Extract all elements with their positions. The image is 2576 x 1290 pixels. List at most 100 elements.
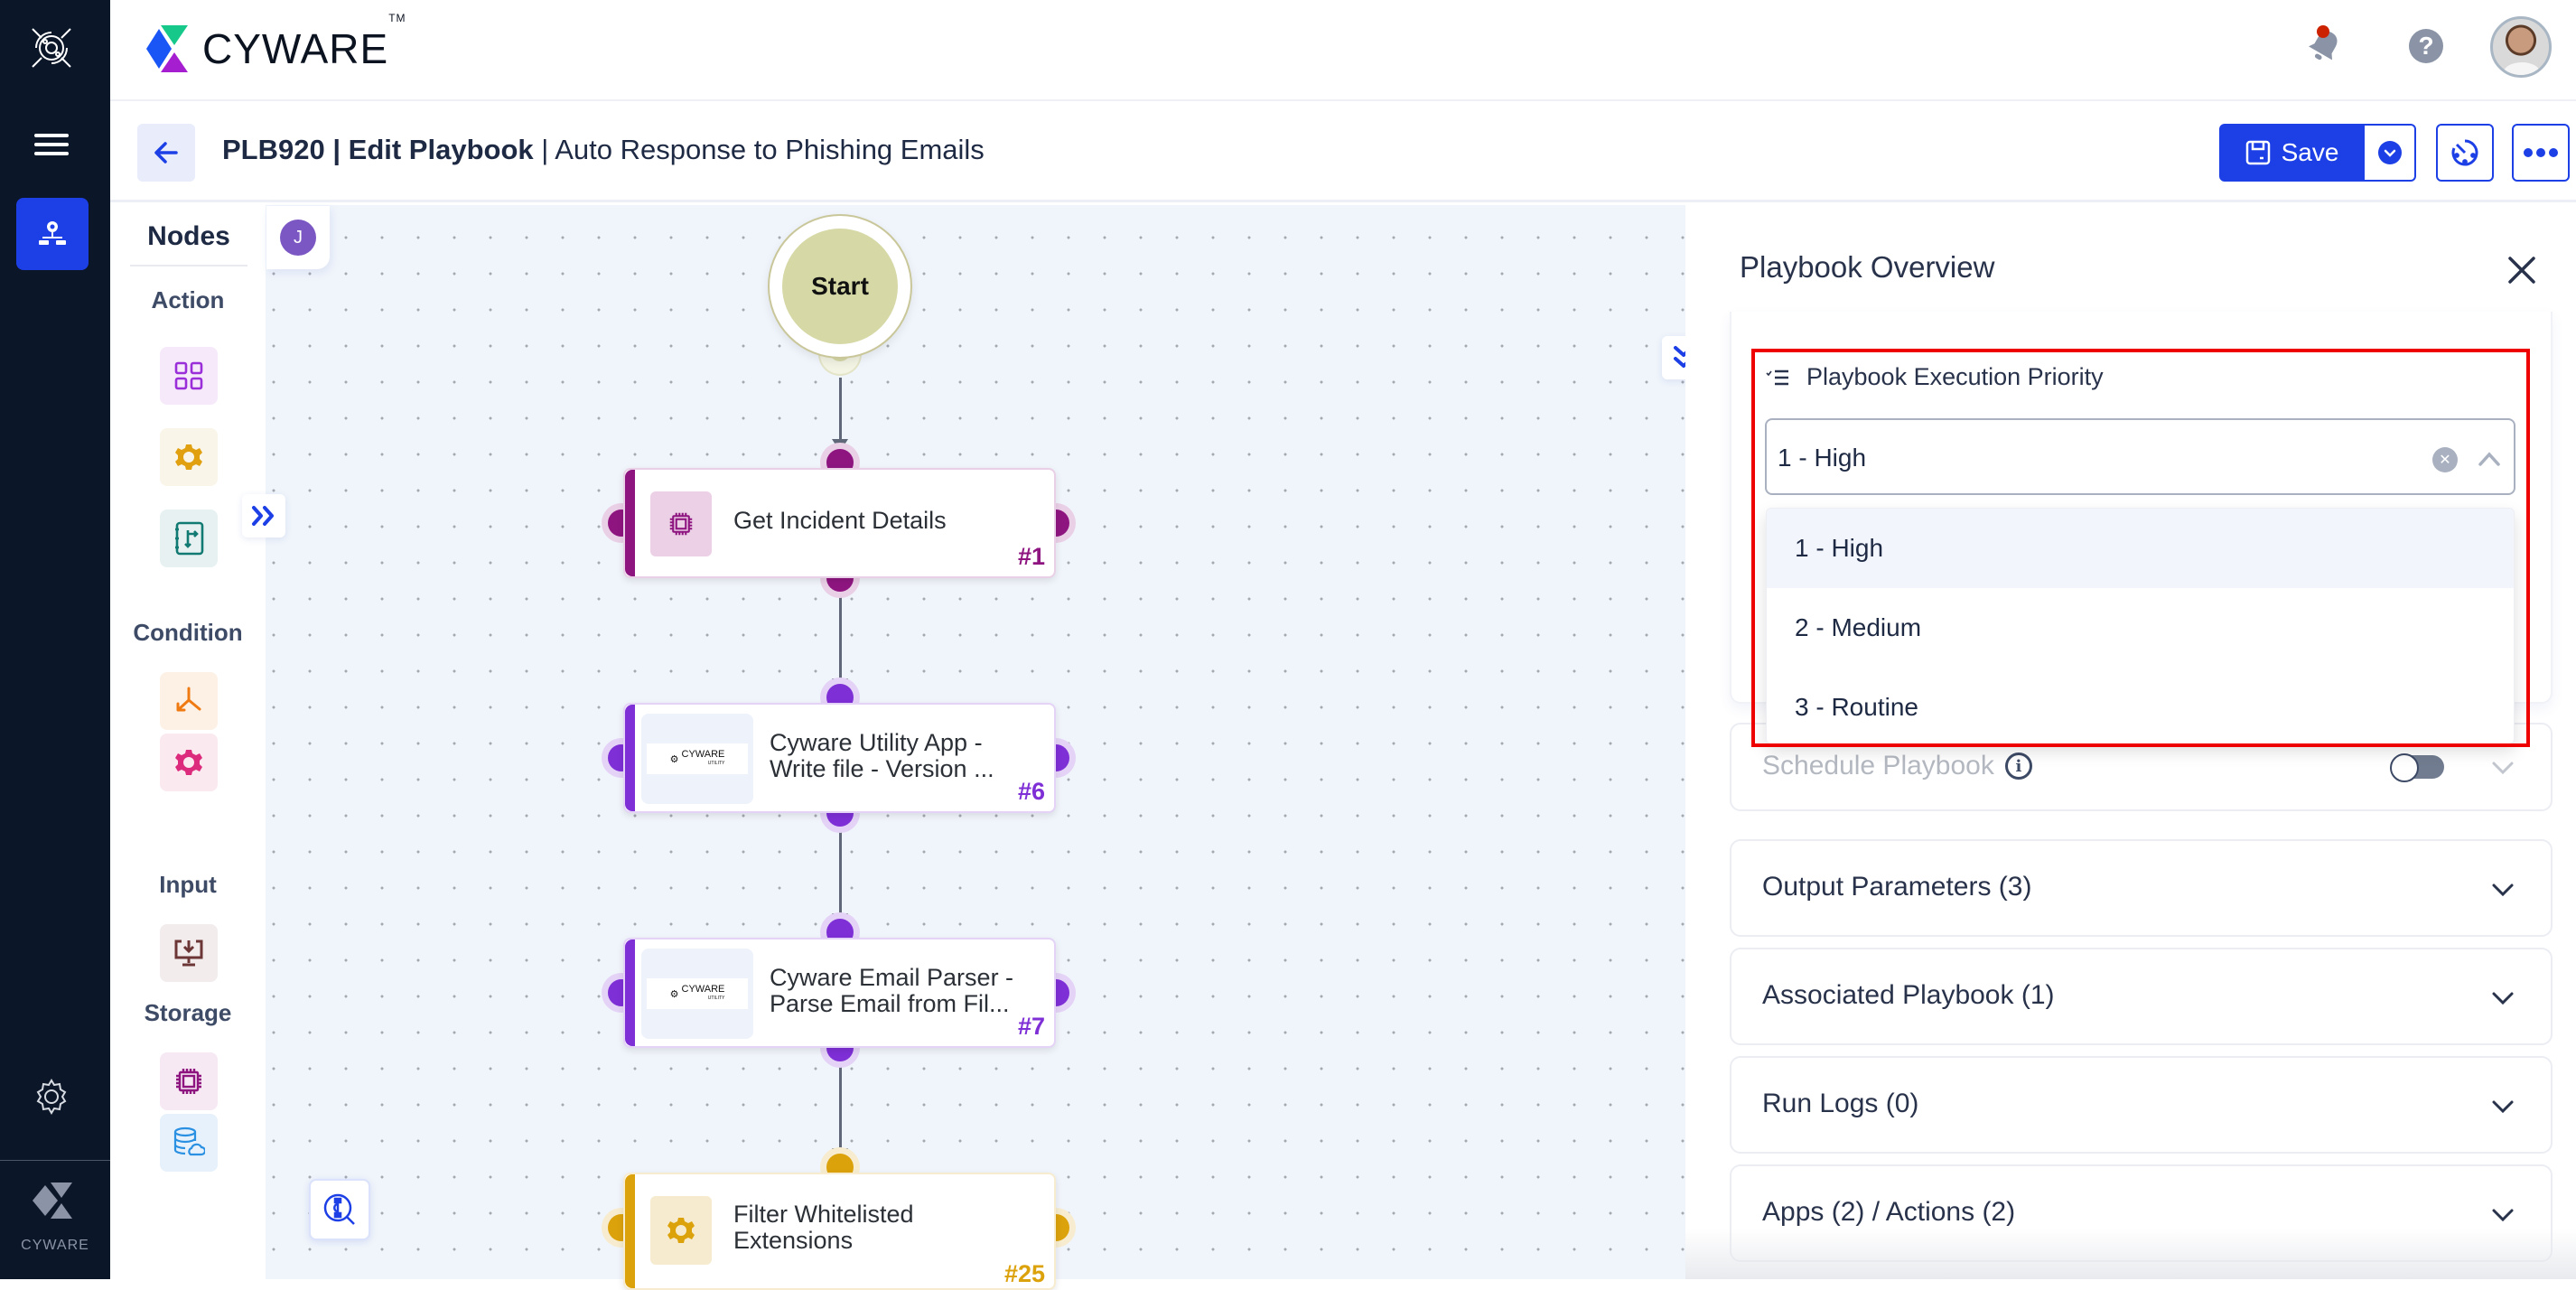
node-tile-condition[interactable] bbox=[160, 672, 218, 730]
accordion-apps-actions[interactable]: Apps (2) / Actions (2) bbox=[1730, 1164, 2553, 1262]
flow-node-6[interactable]: ⚙ CYWARE UTILITY Cyware Utility App - Wr… bbox=[623, 703, 1056, 813]
app-logo-box: ⚙ CYWARE UTILITY bbox=[641, 714, 753, 804]
cyware-utility-logo: ⚙ CYWARE UTILITY bbox=[647, 743, 748, 774]
priority-option[interactable]: 2 - Medium bbox=[1767, 588, 2514, 668]
node-tile-memory-storage[interactable] bbox=[160, 1052, 218, 1110]
priority-field-label: Playbook Execution Priority bbox=[1765, 363, 2104, 391]
node-tile-cloud-database[interactable] bbox=[160, 1114, 218, 1172]
close-icon[interactable] bbox=[2504, 252, 2540, 288]
accordion-title: Output Parameters (3) bbox=[1762, 872, 2032, 902]
accordion-title: Apps (2) / Actions (2) bbox=[1762, 1197, 2016, 1227]
settings-gear-icon[interactable] bbox=[33, 1078, 70, 1116]
notification-dot bbox=[2317, 25, 2329, 38]
collaborator-tab: J bbox=[266, 206, 330, 269]
expand-nodes-panel-button[interactable] bbox=[242, 494, 285, 538]
node-tile-playbook-action[interactable] bbox=[160, 509, 218, 567]
node-title: Filter Whitelisted Extensions bbox=[733, 1201, 914, 1254]
edge-node-1-to-node-6[interactable] bbox=[832, 594, 848, 691]
priority-option[interactable]: 3 - Routine bbox=[1767, 668, 2514, 743]
notification-bell-icon[interactable] bbox=[2303, 22, 2345, 69]
app-logo-box: ⚙ CYWARE UTILITY bbox=[641, 949, 753, 1039]
start-node[interactable]: Start bbox=[768, 214, 912, 359]
schedule-timer-button[interactable] bbox=[2436, 124, 2494, 182]
chevron-down-icon[interactable] bbox=[2491, 991, 2515, 1005]
back-button[interactable] bbox=[137, 124, 195, 182]
nodes-panel: Nodes Action Condition Input Storage bbox=[110, 205, 266, 1279]
title-separator: | bbox=[533, 134, 555, 165]
collaborator-avatar[interactable]: J bbox=[280, 220, 316, 256]
gears-icon: ⚙ bbox=[669, 988, 679, 1000]
node-tile-custom-condition[interactable] bbox=[160, 734, 218, 791]
node-icon-box bbox=[650, 491, 712, 556]
custom-action-icon bbox=[175, 444, 202, 470]
chevron-down-icon[interactable] bbox=[2491, 1208, 2515, 1222]
flow-node-1[interactable]: Get Incident Details #1 bbox=[623, 468, 1056, 578]
save-button[interactable]: Save bbox=[2219, 124, 2365, 182]
priority-label-text: Playbook Execution Priority bbox=[1806, 363, 2104, 390]
hamburger-line bbox=[34, 152, 69, 155]
priority-option[interactable]: 1 - High bbox=[1767, 509, 2514, 588]
node-accent-bar bbox=[625, 939, 635, 1046]
node-number: #6 bbox=[1017, 778, 1045, 805]
node-number: #25 bbox=[1003, 1260, 1045, 1287]
accordion-associated-playbook[interactable]: Associated Playbook (1) bbox=[1730, 948, 2553, 1045]
chevron-down-icon[interactable] bbox=[2491, 1099, 2515, 1114]
rail-brand-label: CYWARE bbox=[21, 1238, 89, 1253]
fit-to-view-button[interactable] bbox=[309, 1179, 370, 1240]
memory-storage-icon bbox=[176, 1069, 201, 1094]
accordion-title: Associated Playbook (1) bbox=[1762, 980, 2055, 1010]
rail-item-playbooks[interactable] bbox=[16, 198, 89, 270]
playbook-mode: Edit Playbook bbox=[348, 134, 534, 165]
edge-node-7-to-node-25[interactable] bbox=[832, 1064, 848, 1161]
schedule-title: Schedule Playbook i bbox=[1762, 751, 2032, 781]
brand-wordmark: CYWARETM bbox=[202, 12, 406, 73]
more-options-button[interactable] bbox=[2512, 124, 2570, 182]
node-tile-user-input[interactable] bbox=[160, 924, 218, 982]
playbook-name: Auto Response to Phishing Emails bbox=[555, 134, 985, 165]
node-accent-bar bbox=[625, 1174, 635, 1288]
orchestration-logo-icon[interactable] bbox=[27, 23, 76, 72]
node-tile-app-action[interactable] bbox=[160, 347, 218, 405]
chevron-down-icon[interactable] bbox=[2491, 883, 2515, 897]
app-logo-text: CYWARE bbox=[681, 984, 725, 995]
section-label-storage: Storage bbox=[144, 999, 232, 1026]
schedule-label: Schedule Playbook bbox=[1762, 751, 1994, 781]
gears-icon: ⚙ bbox=[669, 753, 679, 765]
user-avatar[interactable] bbox=[2490, 16, 2552, 78]
cloud-database-icon bbox=[173, 1126, 205, 1156]
priority-select[interactable]: 1 - High ✕ bbox=[1765, 418, 2515, 495]
title-separator: | bbox=[324, 134, 349, 165]
checklist-icon bbox=[1766, 369, 1788, 385]
save-button-group: Save bbox=[2219, 124, 2416, 182]
accordion-output-parameters[interactable]: Output Parameters (3) bbox=[1730, 839, 2553, 937]
start-node-label: Start bbox=[782, 229, 898, 344]
node-accent-bar bbox=[625, 470, 635, 576]
playbook-id: PLB920 bbox=[222, 134, 325, 165]
app-logo-subtext: UTILITY bbox=[707, 761, 725, 766]
playbook-action-icon bbox=[175, 521, 204, 556]
save-label: Save bbox=[2281, 138, 2339, 166]
chevron-up-icon[interactable] bbox=[2478, 451, 2501, 467]
menu-toggle-button[interactable] bbox=[34, 134, 69, 155]
chevron-down-icon[interactable] bbox=[2491, 761, 2515, 775]
node-tile-custom-action[interactable] bbox=[160, 428, 218, 486]
edge-node-6-to-node-7[interactable] bbox=[832, 829, 848, 926]
help-icon[interactable]: ? bbox=[2409, 29, 2443, 63]
clear-selection-icon[interactable]: ✕ bbox=[2432, 447, 2458, 472]
node-icon-box bbox=[650, 1196, 712, 1265]
flow-node-25[interactable]: Filter Whitelisted Extensions #25 bbox=[623, 1173, 1056, 1290]
memory-storage-icon bbox=[669, 512, 693, 536]
info-icon[interactable]: i bbox=[2004, 752, 2032, 780]
save-options-dropdown[interactable] bbox=[2365, 124, 2416, 182]
edge-start-to-node-1[interactable] bbox=[832, 378, 848, 452]
condition-branch-icon bbox=[176, 687, 201, 712]
panel-title: Playbook Overview bbox=[1740, 250, 1995, 284]
cyware-logo[interactable]: CYWARETM bbox=[146, 12, 406, 74]
schedule-toggle[interactable] bbox=[2390, 753, 2444, 782]
cyware-utility-logo: ⚙ CYWARE UTILITY bbox=[647, 978, 748, 1009]
node-title: Get Incident Details bbox=[733, 507, 947, 534]
flow-node-7[interactable]: ⚙ CYWARE UTILITY Cyware Email Parser - P… bbox=[623, 938, 1056, 1048]
accordion-run-logs[interactable]: Run Logs (0) bbox=[1730, 1056, 2553, 1154]
ellipsis-icon bbox=[2524, 148, 2558, 157]
timer-icon bbox=[2451, 139, 2478, 166]
